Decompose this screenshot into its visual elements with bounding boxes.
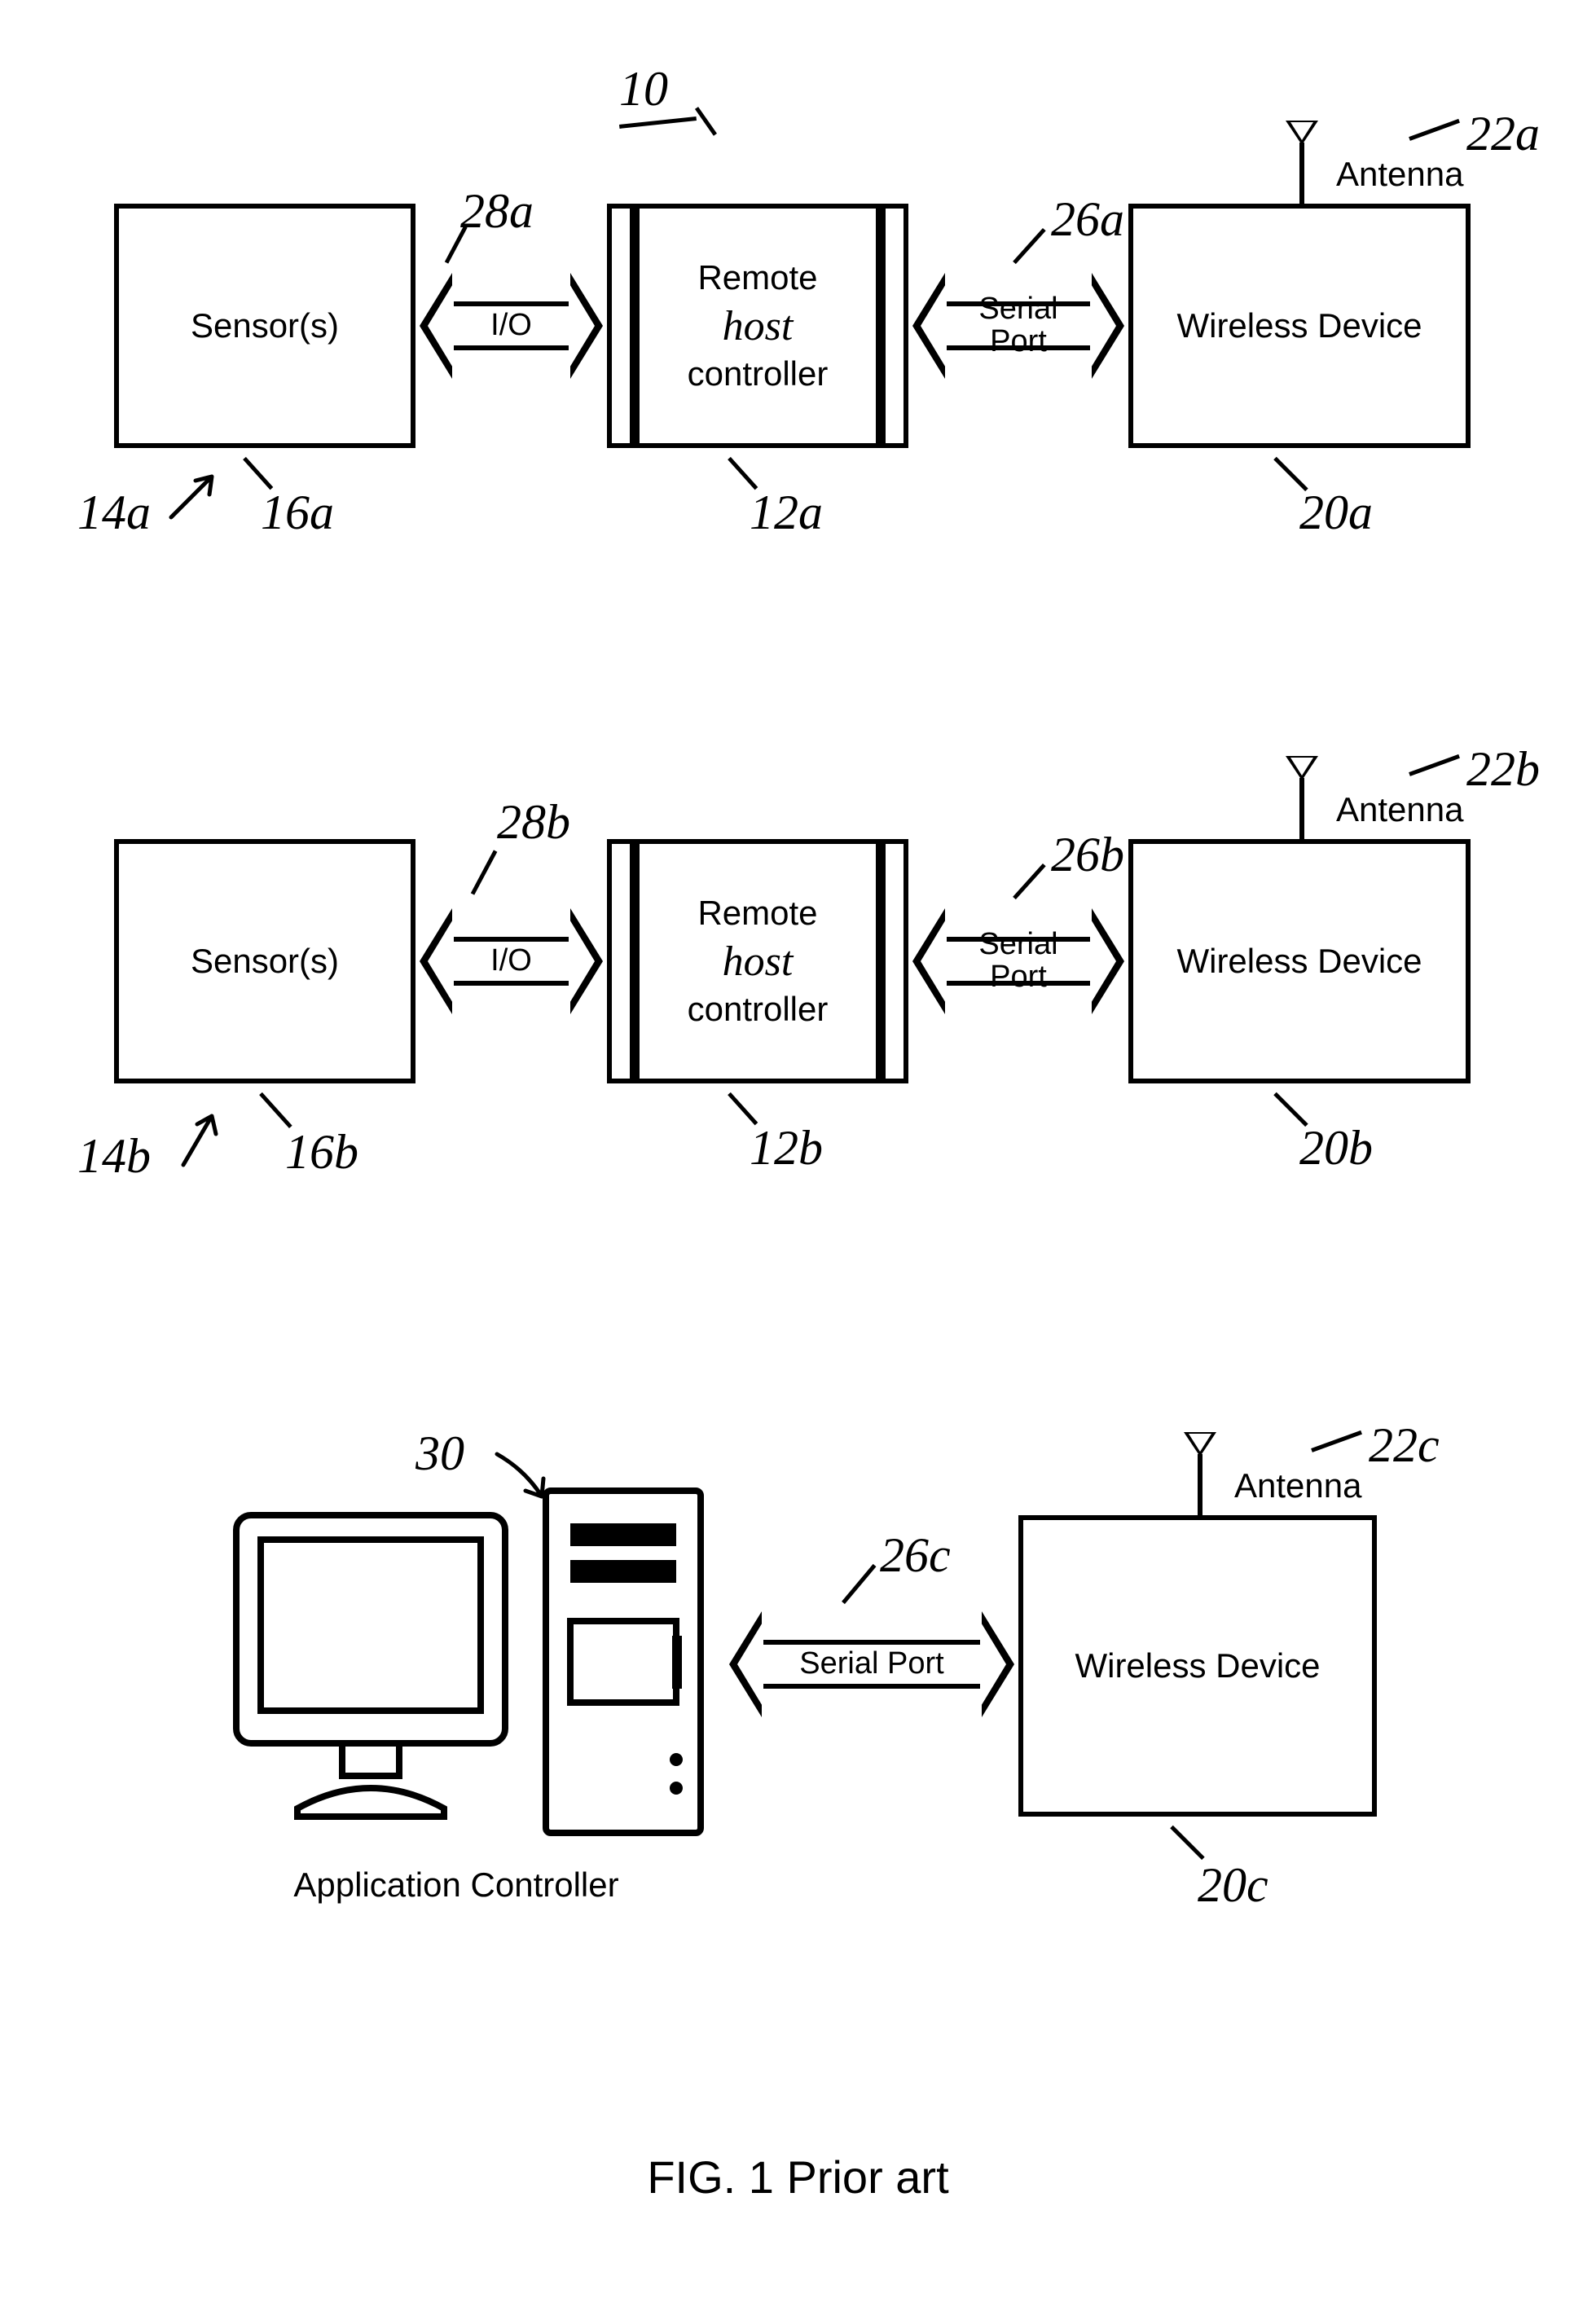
- rowpointer-arrow-a: [167, 468, 232, 525]
- lead-wireless-c: [1170, 1826, 1204, 1860]
- ref-io-a: 28a: [460, 183, 534, 239]
- io-arrow-label: I/O: [448, 301, 574, 350]
- ref-wireless-c: 20c: [1198, 1857, 1268, 1914]
- sensor-label: Sensor(s): [191, 940, 339, 983]
- rowpointer-arrow-b: [179, 1108, 244, 1173]
- ref-figure-lead: [695, 107, 717, 136]
- lead-serial-a: [1013, 228, 1046, 264]
- serial-arrow-label-c: Serial Port: [758, 1640, 986, 1689]
- application-controller-label: Application Controller: [244, 1865, 668, 1905]
- controller-box-a: Remote host controller: [607, 204, 908, 448]
- controller-box-b: Remote host controller: [607, 839, 908, 1083]
- ref-controller-b: 12b: [750, 1120, 823, 1176]
- ref-sensor-a: 16a: [261, 485, 334, 541]
- antenna-label-b: Antenna: [1336, 790, 1463, 829]
- sensor-box-a: Sensor(s): [114, 204, 415, 448]
- lead-io-a: [445, 226, 468, 263]
- ref-io-b: 28b: [497, 794, 570, 850]
- wireless-label: Wireless Device: [1176, 940, 1422, 983]
- controller-line1: Remote: [697, 257, 817, 300]
- serial-arrow-b: Serial Port: [912, 908, 1124, 1014]
- page: 10 Sensor(s) I/O Remote host controller …: [0, 0, 1596, 2307]
- antenna-v-b: [1286, 756, 1318, 780]
- sensor-box-b: Sensor(s): [114, 839, 415, 1083]
- controller-line2-hw: host: [723, 935, 794, 988]
- io-arrow-b: I/O: [420, 908, 603, 1014]
- figure-caption: FIG. 1 Prior art: [0, 2151, 1596, 2204]
- antenna-label-c: Antenna: [1234, 1466, 1361, 1505]
- controller-line1: Remote: [697, 892, 817, 935]
- wireless-box-b: Wireless Device: [1128, 839, 1471, 1083]
- controller-line3: controller: [688, 353, 829, 396]
- ref-antenna-b: 22b: [1466, 741, 1540, 798]
- lead-io-b: [471, 850, 498, 894]
- ref-serial-c: 26c: [880, 1527, 951, 1584]
- ref-wireless-a: 20a: [1299, 485, 1373, 541]
- io-arrow-a: I/O: [420, 273, 603, 379]
- ref-rowpointer-a: 14a: [77, 485, 151, 541]
- lead-serial-b: [1013, 863, 1046, 899]
- wireless-box-c: Wireless Device: [1018, 1515, 1377, 1817]
- antenna-v-c: [1184, 1432, 1216, 1457]
- ref-sensor-b: 16b: [285, 1124, 358, 1180]
- serial-arrow-label: Serial Port: [941, 301, 1096, 350]
- lead-sensor-b: [259, 1092, 292, 1128]
- wireless-label-c: Wireless Device: [1075, 1645, 1320, 1688]
- lead-antenna-c: [1311, 1430, 1362, 1452]
- antenna-v-a: [1286, 121, 1318, 145]
- lead-wireless-b: [1273, 1092, 1308, 1127]
- antenna-stem-a: [1299, 143, 1304, 204]
- ref-serial-a: 26a: [1051, 191, 1124, 248]
- lead-controller-a: [728, 457, 758, 490]
- ref-appcontroller: 30: [415, 1426, 464, 1482]
- ref-antenna-c: 22c: [1369, 1417, 1440, 1474]
- ref-wireless-b: 20b: [1299, 1120, 1373, 1176]
- ref-figure-underline: [619, 116, 697, 129]
- appcontroller-arrow: [493, 1446, 566, 1511]
- application-controller-pc: [220, 1466, 725, 1857]
- antenna-stem-c: [1198, 1454, 1202, 1515]
- controller-line3: controller: [688, 988, 829, 1031]
- lead-sensor-a: [243, 457, 273, 490]
- ref-serial-b: 26b: [1051, 827, 1124, 883]
- lead-wireless-a: [1273, 457, 1308, 491]
- ref-rowpointer-b: 14b: [77, 1128, 151, 1184]
- lead-antenna-a: [1409, 119, 1460, 141]
- serial-arrow-a: Serial Port: [912, 273, 1124, 379]
- ref-figure: 10: [619, 61, 668, 117]
- ref-controller-a: 12a: [750, 485, 823, 541]
- ref-antenna-a: 22a: [1466, 106, 1540, 162]
- lead-antenna-b: [1409, 754, 1460, 776]
- antenna-stem-b: [1299, 778, 1304, 839]
- serial-arrow-label: Serial Port: [941, 937, 1096, 986]
- wireless-label: Wireless Device: [1176, 305, 1422, 348]
- controller-line2-hw: host: [723, 300, 794, 353]
- lead-controller-b: [728, 1092, 758, 1126]
- wireless-box-a: Wireless Device: [1128, 204, 1471, 448]
- io-arrow-label: I/O: [448, 937, 574, 986]
- sensor-label: Sensor(s): [191, 305, 339, 348]
- antenna-label-a: Antenna: [1336, 155, 1463, 194]
- lead-serial-c: [842, 1564, 876, 1604]
- serial-arrow-c: Serial Port: [729, 1611, 1014, 1717]
